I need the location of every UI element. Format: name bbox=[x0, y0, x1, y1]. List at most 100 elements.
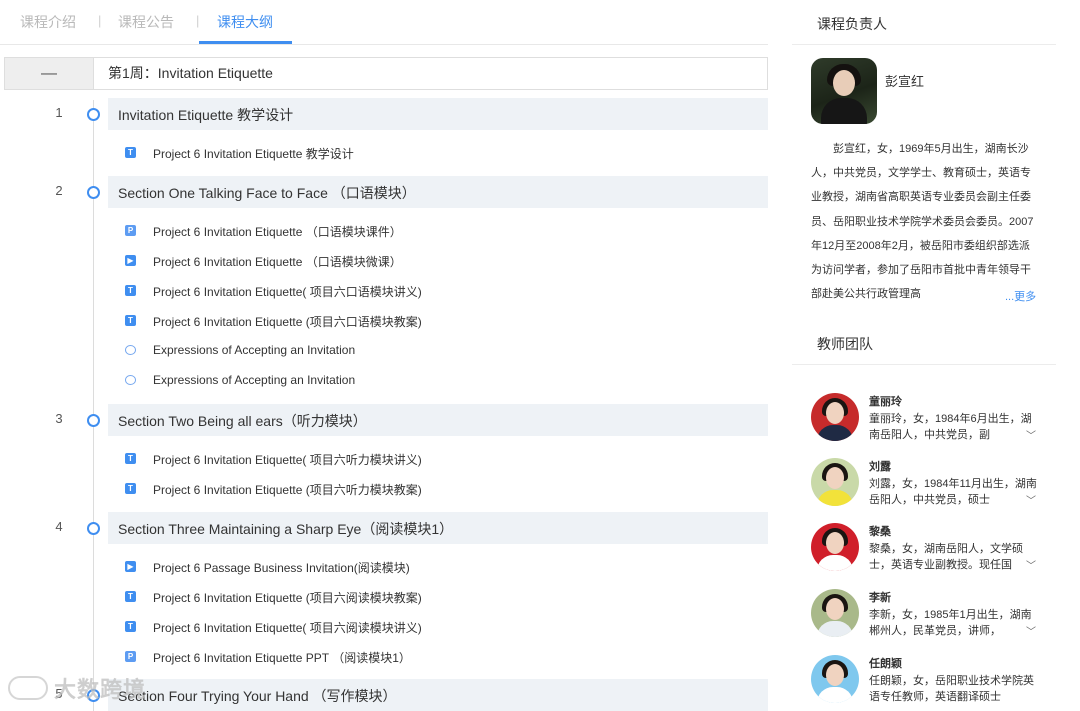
tab-bar: 课程介绍 | 课程公告 | 课程大纲 bbox=[0, 0, 768, 45]
list-item[interactable]: T Project 6 Invitation Etiquette (项目六听力模… bbox=[0, 479, 768, 501]
chevron-down-icon[interactable]: ﹀ bbox=[1026, 492, 1036, 507]
tab-course-outline[interactable]: 课程大纲 bbox=[217, 12, 273, 32]
text-doc-icon: T bbox=[125, 315, 136, 326]
item-label[interactable]: Project 6 Invitation Etiquette (项目六阅读模块教… bbox=[153, 589, 422, 606]
chevron-down-icon[interactable]: ﹀ bbox=[1026, 557, 1036, 572]
list-item[interactable]: P Project 6 Invitation Etiquette PPT （阅读… bbox=[0, 647, 768, 669]
member-desc: 刘露，女，1984年11月出生，湖南岳阳人，中共党员，硕士 bbox=[869, 478, 1037, 506]
member-name[interactable]: 刘露 bbox=[869, 458, 891, 474]
video-icon: ▶ bbox=[125, 561, 136, 572]
text-doc-icon: T bbox=[125, 453, 136, 464]
member-name[interactable]: 任朗颖 bbox=[869, 655, 902, 671]
teacher-team-header: 教师团队 bbox=[792, 320, 1056, 365]
avatar[interactable] bbox=[811, 58, 877, 124]
list-item[interactable]: T Project 6 Invitation Etiquette (项目六阅读模… bbox=[0, 587, 768, 609]
text-doc-icon: T bbox=[125, 483, 136, 494]
discussion-icon bbox=[125, 345, 136, 355]
list-item[interactable]: T Project 6 Invitation Etiquette( 项目六阅读模… bbox=[0, 617, 768, 639]
right-panel: 课程负责人 彭宣红 彭宣红，女，1969年5月出生，湖南长沙人，中共党员，文学学… bbox=[792, 0, 1056, 711]
section-row[interactable]: 1 Invitation Etiquette 教学设计 bbox=[0, 98, 768, 130]
member-name[interactable]: 黎桑 bbox=[869, 523, 891, 539]
item-label[interactable]: Project 6 Invitation Etiquette (项目六听力模块教… bbox=[153, 481, 422, 498]
member-name[interactable]: 童丽玲 bbox=[869, 393, 902, 409]
tab-course-intro[interactable]: 课程介绍 bbox=[20, 12, 76, 32]
avatar[interactable] bbox=[811, 458, 859, 506]
text-doc-icon: T bbox=[125, 285, 136, 296]
list-item[interactable]: ▶ Project 6 Invitation Etiquette （口语模块微课… bbox=[0, 251, 768, 273]
section-title[interactable]: Section Four Trying Your Hand （写作模块） bbox=[118, 686, 397, 706]
timeline-dot-icon bbox=[87, 108, 100, 121]
section-title[interactable]: Section One Talking Face to Face （口语模块） bbox=[118, 183, 416, 203]
timeline-dot-icon bbox=[87, 522, 100, 535]
watermark: 大数跨境 bbox=[8, 672, 146, 704]
member-name[interactable]: 李新 bbox=[869, 589, 891, 605]
week-title[interactable]: 第1周：Invitation Etiquette bbox=[94, 57, 768, 90]
section-number: 1 bbox=[55, 105, 63, 120]
chevron-down-icon[interactable]: ﹀ bbox=[1026, 427, 1036, 442]
list-item[interactable]: T Project 6 Invitation Etiquette( 项目六口语模… bbox=[0, 281, 768, 303]
list-item[interactable]: ▶ Project 6 Passage Business Invitation(… bbox=[0, 557, 768, 579]
item-label[interactable]: Project 6 Invitation Etiquette 教学设计 bbox=[153, 145, 354, 162]
item-label[interactable]: Expressions of Accepting an Invitation bbox=[153, 343, 355, 357]
watermark-text: 大数跨境 bbox=[54, 677, 147, 702]
ppt-icon: P bbox=[125, 651, 136, 662]
member-desc: 任朗颖，女，岳阳职业技术学院英语专任教师，英语翻译硕士 bbox=[869, 675, 1034, 703]
leader-name[interactable]: 彭宣红 bbox=[885, 71, 924, 90]
course-leader-header: 课程负责人 bbox=[792, 0, 1056, 45]
avatar[interactable] bbox=[811, 655, 859, 703]
section-number: 2 bbox=[55, 183, 63, 198]
item-label[interactable]: Project 6 Invitation Etiquette （口语模块微课） bbox=[153, 253, 402, 270]
timeline-dot-icon bbox=[87, 186, 100, 199]
team-member[interactable]: 任朗颖 任朗颖，女，岳阳职业技术学院英语专任教师，英语翻译硕士 bbox=[792, 655, 1056, 711]
tab-course-notice[interactable]: 课程公告 bbox=[118, 12, 174, 32]
active-tab-indicator bbox=[199, 41, 292, 44]
avatar[interactable] bbox=[811, 393, 859, 441]
section-title[interactable]: Invitation Etiquette 教学设计 bbox=[118, 105, 293, 125]
member-desc: 童丽玲，女，1984年6月出生，湖南岳阳人，中共党员，副 bbox=[869, 413, 1032, 441]
section-row[interactable]: 4 Section Three Maintaining a Sharp Eye（… bbox=[0, 512, 768, 544]
item-label[interactable]: Expressions of Accepting an Invitation bbox=[153, 373, 355, 387]
team-member[interactable]: 黎桑 黎桑，女，湖南岳阳人，文学硕士，英语专业副教授。现任国 ﹀ bbox=[792, 523, 1056, 583]
week-collapse-toggle[interactable]: — bbox=[4, 57, 94, 90]
section-row[interactable]: 3 Section Two Being all ears（听力模块） bbox=[0, 404, 768, 436]
item-label[interactable]: Project 6 Invitation Etiquette( 项目六阅读模块讲… bbox=[153, 619, 422, 636]
list-item[interactable]: Expressions of Accepting an Invitation bbox=[0, 371, 768, 393]
list-item[interactable]: T Project 6 Invitation Etiquette (项目六口语模… bbox=[0, 311, 768, 333]
list-item[interactable]: T Project 6 Invitation Etiquette 教学设计 bbox=[0, 143, 768, 165]
item-label[interactable]: Project 6 Invitation Etiquette( 项目六口语模块讲… bbox=[153, 283, 422, 300]
section-title[interactable]: Section Two Being all ears（听力模块） bbox=[118, 411, 367, 431]
discussion-icon bbox=[125, 375, 136, 385]
item-label[interactable]: Project 6 Passage Business Invitation(阅读… bbox=[153, 559, 410, 576]
member-desc: 黎桑，女，湖南岳阳人，文学硕士，英语专业副教授。现任国 bbox=[869, 543, 1023, 571]
team-member[interactable]: 童丽玲 童丽玲，女，1984年6月出生，湖南岳阳人，中共党员，副 ﹀ bbox=[792, 393, 1056, 453]
avatar[interactable] bbox=[811, 589, 859, 637]
watermark-logo-icon bbox=[8, 676, 48, 700]
team-member[interactable]: 刘露 刘露，女，1984年11月出生，湖南岳阳人，中共党员，硕士 ﹀ bbox=[792, 458, 1056, 518]
video-icon: ▶ bbox=[125, 255, 136, 266]
item-label[interactable]: Project 6 Invitation Etiquette (项目六口语模块教… bbox=[153, 313, 422, 330]
section-number: 4 bbox=[55, 519, 63, 534]
collapse-icon: — bbox=[41, 64, 57, 82]
teacher-team-heading: 教师团队 bbox=[817, 336, 873, 352]
item-label[interactable]: Project 6 Invitation Etiquette PPT （阅读模块… bbox=[153, 649, 411, 666]
ppt-icon: P bbox=[125, 225, 136, 236]
text-doc-icon: T bbox=[125, 591, 136, 602]
member-desc: 李新，女，1985年1月出生，湖南郴州人，民革党员，讲师， bbox=[869, 609, 1032, 637]
course-leader-heading: 课程负责人 bbox=[817, 16, 887, 32]
chevron-down-icon[interactable]: ﹀ bbox=[1026, 623, 1036, 638]
team-member[interactable]: 李新 李新，女，1985年1月出生，湖南郴州人，民革党员，讲师， ﹀ bbox=[792, 589, 1056, 649]
item-label[interactable]: Project 6 Invitation Etiquette （口语模块课件） bbox=[153, 223, 402, 240]
section-title[interactable]: Section Three Maintaining a Sharp Eye（阅读… bbox=[118, 519, 453, 539]
list-item[interactable]: P Project 6 Invitation Etiquette （口语模块课件… bbox=[0, 221, 768, 243]
list-item[interactable]: Expressions of Accepting an Invitation bbox=[0, 341, 768, 363]
list-item[interactable]: T Project 6 Invitation Etiquette( 项目六听力模… bbox=[0, 449, 768, 471]
leader-bio: 彭宣红，女，1969年5月出生，湖南长沙人，中共党员，文学学士、教育硕士，英语专… bbox=[811, 143, 1034, 301]
more-link[interactable]: ...更多 bbox=[1005, 288, 1036, 304]
avatar[interactable] bbox=[811, 523, 859, 571]
section-row[interactable]: 2 Section One Talking Face to Face （口语模块… bbox=[0, 176, 768, 208]
item-label[interactable]: Project 6 Invitation Etiquette( 项目六听力模块讲… bbox=[153, 451, 422, 468]
text-doc-icon: T bbox=[125, 147, 136, 158]
text-doc-icon: T bbox=[125, 621, 136, 632]
tab-separator: | bbox=[98, 13, 102, 28]
timeline-dot-icon bbox=[87, 414, 100, 427]
